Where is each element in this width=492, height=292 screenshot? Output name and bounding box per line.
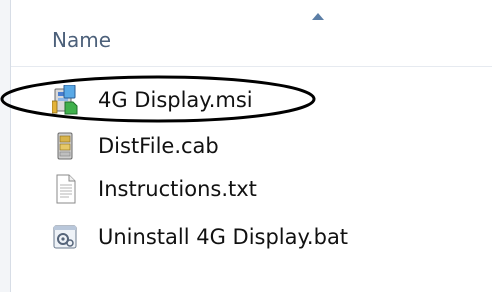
file-name: DistFile.cab: [98, 134, 219, 158]
file-row-msi[interactable]: 4G Display.msi: [51, 83, 472, 117]
file-name: Instructions.txt: [98, 177, 257, 201]
sort-ascending-icon[interactable]: [312, 13, 324, 20]
batch-file-icon: [52, 222, 78, 252]
header-divider: [11, 66, 492, 67]
navigation-pane-edge: [0, 0, 11, 292]
file-name: 4G Display.msi: [98, 88, 253, 112]
msi-installer-icon: [51, 84, 78, 115]
column-header-name[interactable]: Name: [52, 28, 111, 52]
cabinet-file-icon: [52, 131, 78, 161]
text-document-icon: [52, 174, 78, 204]
file-name: Uninstall 4G Display.bat: [98, 225, 349, 249]
file-row-txt[interactable]: Instructions.txt: [52, 172, 472, 206]
file-explorer-list-view: Name 4G Display.msi DistFile.cab Instruc…: [0, 0, 492, 292]
file-row-cab[interactable]: DistFile.cab: [52, 129, 472, 163]
file-row-bat[interactable]: Uninstall 4G Display.bat: [52, 220, 472, 254]
